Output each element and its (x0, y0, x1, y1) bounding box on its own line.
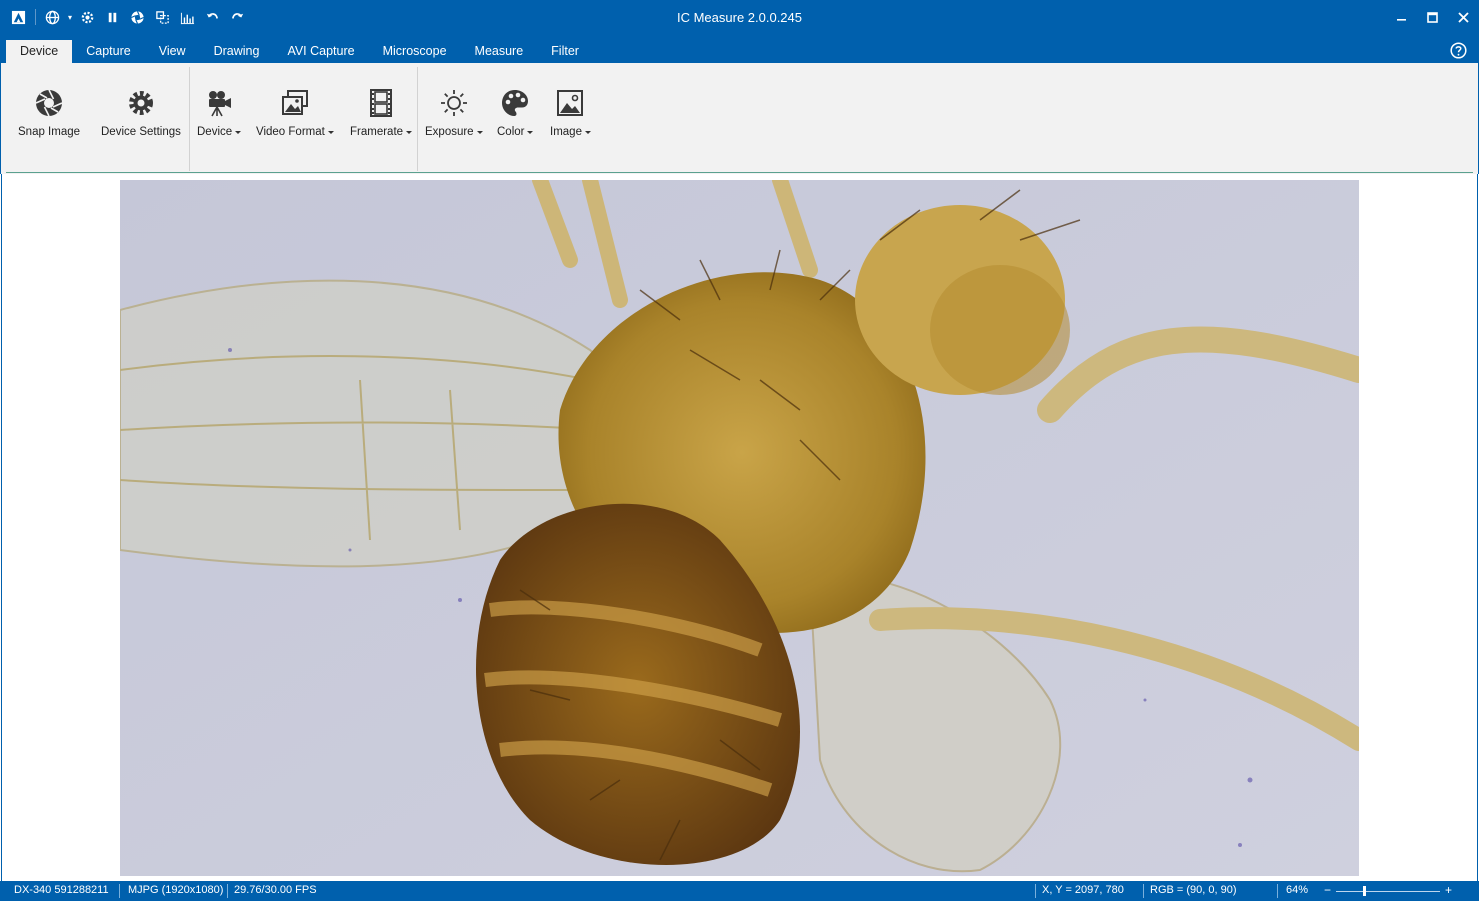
color-label-text: Color (497, 126, 525, 138)
video-format-status: MJPG (1920x1080) (128, 884, 224, 896)
gear-icon[interactable] (75, 6, 100, 28)
sun-icon (438, 87, 470, 119)
framerate-label: Framerate (350, 126, 413, 138)
camera-shutter-icon (33, 87, 65, 119)
histogram-icon[interactable] (175, 6, 200, 28)
zoom-in-button[interactable]: + (1445, 883, 1452, 897)
tab-device[interactable]: Device (6, 40, 73, 63)
rgb-status: RGB = (90, 0, 90) (1150, 884, 1237, 896)
cursor-coords-status: X, Y = 2097, 780 (1042, 884, 1124, 896)
film-strip-icon (365, 87, 397, 119)
tab-capture[interactable]: Capture (72, 40, 144, 63)
zoom-status: 64% (1286, 884, 1309, 896)
status-bar: DX-340 591288211 MJPG (1920x1080) 29.76/… (0, 881, 1479, 901)
app-logo-icon[interactable] (6, 6, 31, 28)
camera-status: DX-340 591288211 (14, 884, 109, 896)
color-dropdown[interactable]: Color (497, 87, 534, 138)
video-format-label: Video Format (256, 126, 334, 138)
fps-status: 29.76/30.00 FPS (234, 884, 317, 896)
redo-icon[interactable] (225, 6, 250, 28)
live-camera-image[interactable] (120, 180, 1359, 876)
zoom-slider-thumb[interactable] (1363, 886, 1366, 896)
tab-filter[interactable]: Filter (537, 40, 593, 63)
picture-icon (279, 87, 311, 119)
device-settings-label: Device Settings (101, 126, 181, 138)
exposure-dropdown[interactable]: Exposure (425, 87, 483, 138)
toolbar-divider (35, 9, 36, 25)
tab-avi-capture[interactable]: AVI Capture (273, 40, 368, 63)
image-dropdown[interactable]: Image (550, 87, 591, 138)
snap-icon[interactable] (125, 6, 150, 28)
exposure-label: Exposure (425, 126, 483, 138)
image-label-text: Image (550, 126, 582, 138)
chevron-down-icon (235, 130, 242, 134)
ribbon-tabs: Device Capture View Drawing AVI Capture … (6, 40, 593, 63)
palette-icon (499, 87, 531, 119)
device-dropdown[interactable]: Device (197, 87, 242, 138)
snap-image-label: Snap Image (18, 126, 81, 138)
framerate-label-text: Framerate (350, 126, 404, 138)
chevron-down-icon[interactable]: ▾ (65, 6, 75, 28)
image-label: Image (550, 126, 591, 138)
tab-view[interactable]: View (145, 40, 200, 63)
snap-image-button[interactable]: Snap Image (18, 87, 80, 138)
undo-icon[interactable] (200, 6, 225, 28)
globe-icon[interactable] (40, 6, 65, 28)
image-icon (554, 87, 586, 119)
tab-drawing[interactable]: Drawing (200, 40, 274, 63)
chevron-down-icon (327, 130, 334, 134)
title-bar: ▾ IC Measure 2.0.0.245 Device Capture Vi… (0, 0, 1479, 63)
device-label-text: Device (197, 126, 233, 138)
quick-access-toolbar: ▾ (6, 6, 250, 28)
ribbon-panel: Snap Image Device Settings Device Video … (0, 63, 1479, 174)
help-icon[interactable] (1450, 42, 1467, 59)
framerate-dropdown[interactable]: Framerate (350, 87, 413, 138)
device-settings-button[interactable]: Device Settings (101, 87, 181, 138)
chevron-down-icon (476, 130, 483, 134)
color-label: Color (497, 126, 534, 138)
gear-icon (125, 87, 157, 119)
exposure-label-text: Exposure (425, 126, 474, 138)
zoom-slider[interactable]: − + (1322, 883, 1454, 898)
zoom-slider-track[interactable] (1336, 891, 1440, 892)
ribbon-divider (417, 67, 418, 171)
device-label: Device (197, 126, 242, 138)
maximize-button[interactable] (1417, 4, 1448, 30)
tab-measure[interactable]: Measure (461, 40, 538, 63)
ribbon-divider (189, 67, 190, 171)
minimize-button[interactable] (1386, 4, 1417, 30)
zoom-out-button[interactable]: − (1324, 883, 1331, 897)
chevron-down-icon (527, 130, 534, 134)
ribbon-bottom-border (6, 172, 1473, 173)
video-camera-icon (203, 87, 235, 119)
video-format-label-text: Video Format (256, 126, 325, 138)
chevron-down-icon (584, 130, 591, 134)
video-format-dropdown[interactable]: Video Format (256, 87, 334, 138)
tab-microscope[interactable]: Microscope (369, 40, 461, 63)
close-button[interactable] (1448, 4, 1479, 30)
window-controls (1386, 4, 1479, 30)
chevron-down-icon (406, 130, 413, 134)
crop-icon[interactable] (150, 6, 175, 28)
pause-icon[interactable] (100, 6, 125, 28)
